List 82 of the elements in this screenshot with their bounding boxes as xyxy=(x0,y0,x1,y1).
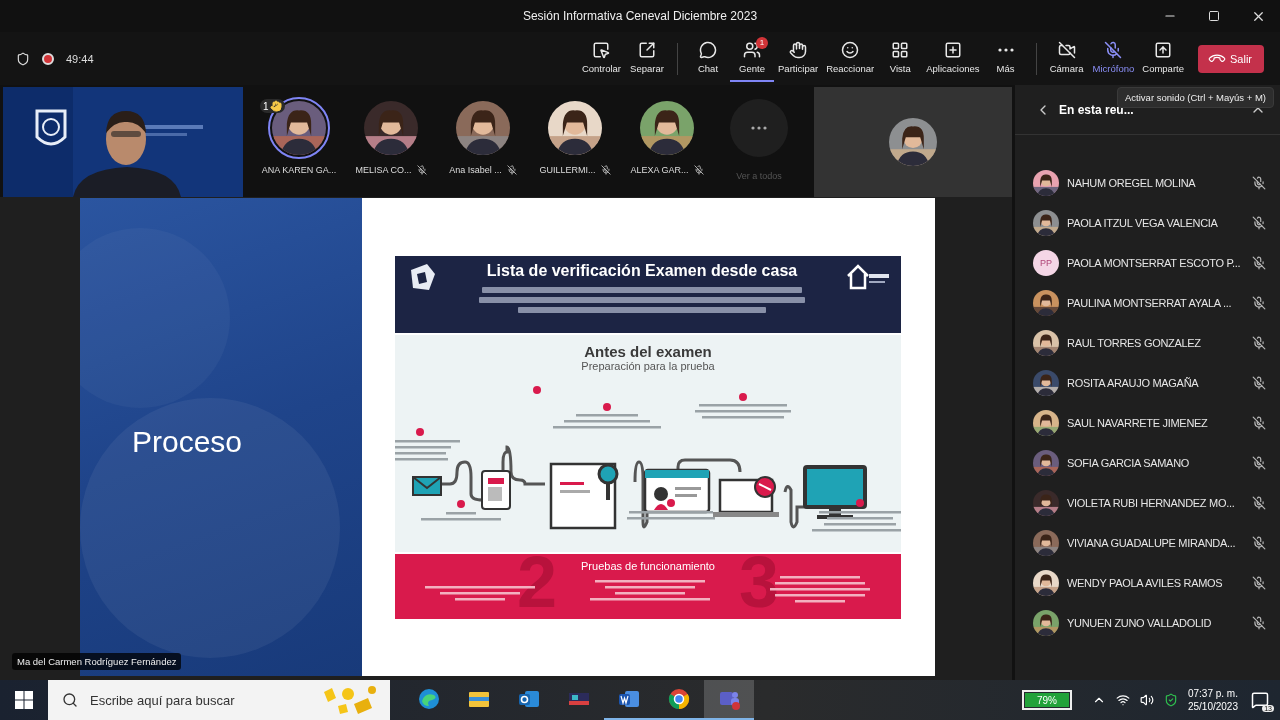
participant-name: WENDY PAOLA AVILES RAMOS xyxy=(1067,577,1224,589)
toolbar-button[interactable]: Micrófono xyxy=(1088,35,1139,82)
participant-row[interactable]: SOFIA GARCIA SAMANO xyxy=(1015,443,1280,483)
participant-row[interactable]: NAHUM OREGEL MOLINA xyxy=(1015,163,1280,203)
participant-row[interactable]: YUNUEN ZUNO VALLADOLID xyxy=(1015,603,1280,643)
raised-hand-badge: 1 xyxy=(260,99,285,113)
participant-row[interactable]: PP PAOLA MONTSERRAT ESCOTO P... xyxy=(1015,243,1280,283)
screen-pointer-icon xyxy=(592,41,611,59)
more-icon xyxy=(997,48,1014,52)
participant-name: NAHUM OREGEL MOLINA xyxy=(1067,177,1197,189)
volume-icon[interactable] xyxy=(1139,693,1154,707)
search-icon xyxy=(62,692,78,708)
toolbar-button[interactable]: Participar xyxy=(774,35,823,82)
avatar-ring[interactable] xyxy=(268,97,330,159)
participant-row[interactable]: RAUL TORRES GONZALEZ xyxy=(1015,323,1280,363)
camera-off-icon xyxy=(1057,41,1076,59)
participant-name: VIOLETA RUBI HERNANDEZ MO... xyxy=(1067,497,1236,509)
pop-out-icon xyxy=(638,41,656,59)
search-field[interactable]: Escribe aquí para buscar xyxy=(88,691,310,709)
shield-check-icon[interactable] xyxy=(1163,693,1178,707)
more-icon xyxy=(751,126,767,130)
tooltip: Activar sonido (Ctrl + Mayús + M) xyxy=(1117,87,1274,108)
participant-row[interactable]: PAULINA MONTSERRAT AYALA ... xyxy=(1015,283,1280,323)
browser-icon xyxy=(417,687,441,711)
toolbar-button[interactable]: Más xyxy=(983,35,1028,82)
house-logo-icon xyxy=(845,262,891,292)
toolbar-button[interactable]: Vista xyxy=(878,35,923,82)
share-icon xyxy=(1154,41,1173,59)
toolbar-button[interactable]: Comparte xyxy=(1138,35,1188,82)
presenter-name: Ma del Carmen Rodríguez Fernández xyxy=(12,653,182,670)
network-icon[interactable] xyxy=(1115,693,1130,707)
participant-name: Ana Isabel ... xyxy=(449,165,502,175)
mic-off-icon xyxy=(1104,41,1123,59)
participant-name: SOFIA GARCIA SAMANO xyxy=(1067,457,1191,469)
hand-icon xyxy=(789,41,808,59)
toolbar-button[interactable]: Separar xyxy=(625,35,669,82)
slide-title: Proceso xyxy=(132,425,243,459)
count-badge: 1 xyxy=(756,37,768,49)
participant-row[interactable]: ROSITA ARAUJO MAGAÑA xyxy=(1015,363,1280,403)
chat-icon xyxy=(699,41,717,59)
participant-name: YUNUEN ZUNO VALLADOLID xyxy=(1067,617,1213,629)
participant-name: MELISA CO... xyxy=(355,165,412,175)
toolbar-button[interactable]: 1 Gente xyxy=(730,35,774,82)
plus-icon xyxy=(943,41,962,59)
meeting-timer: 49:44 xyxy=(66,52,94,65)
participant-name: PAOLA MONTSERRAT ESCOTO P... xyxy=(1067,257,1242,269)
initials-avatar: PP xyxy=(1033,250,1059,276)
participant-name: SAUL NAVARRETE JIMENEZ xyxy=(1067,417,1209,429)
battery-indicator: 79% xyxy=(1021,690,1072,710)
people-icon xyxy=(743,41,761,59)
search-bar[interactable]: Escribe aquí para buscar xyxy=(48,680,390,720)
toolbar-button[interactable]: Cámara xyxy=(1044,35,1089,82)
participant-name: PAOLA ITZUL VEGA VALENCIA xyxy=(1067,217,1219,229)
shield-icon xyxy=(16,51,30,66)
window-title: Sesión Informativa Ceneval Diciembre 2023 xyxy=(522,9,758,23)
participant-name: ANA KAREN GA... xyxy=(261,165,337,175)
smiley-icon xyxy=(841,41,860,59)
leave-button[interactable]: Salir xyxy=(1198,44,1264,73)
section-subtitle: Preparación para la prueba xyxy=(581,360,715,372)
participant-name: ALEXA GAR... xyxy=(630,165,689,175)
toolbar-button[interactable]: Controlar xyxy=(577,35,625,82)
participant-name: RAUL TORRES GONZALEZ xyxy=(1067,337,1202,349)
participant-row[interactable]: VIOLETA RUBI HERNANDEZ MO... xyxy=(1015,483,1280,523)
participant-name: PAULINA MONTSERRAT AYALA ... xyxy=(1067,297,1233,309)
participant-name: ROSITA ARAUJO MAGAÑA xyxy=(1067,377,1200,389)
participant-name: GUILLERMI... xyxy=(539,165,596,175)
browser-icon xyxy=(667,687,691,711)
participant-row[interactable]: SAUL NAVARRETE JIMENEZ xyxy=(1015,403,1280,443)
toolbar-button[interactable]: Reaccionar xyxy=(822,35,879,82)
clock[interactable]: 07:37 p. m. 25/10/2023 xyxy=(1187,688,1238,712)
participant-row[interactable]: PAOLA ITZUL VEGA VALENCIA xyxy=(1015,203,1280,243)
participant-name: VIVIANA GUADALUPE MIRANDA... xyxy=(1067,537,1237,549)
footer-title: Pruebas de funcionamiento xyxy=(581,560,715,574)
participant-row[interactable]: VIVIANA GUADALUPE MIRANDA... xyxy=(1015,523,1280,563)
maximize-icon xyxy=(1208,10,1220,22)
section-heading: Antes del examen xyxy=(584,343,712,360)
participant-row[interactable]: WENDY PAOLA AVILES RAMOS xyxy=(1015,563,1280,603)
toolbar-button[interactable]: Chat xyxy=(686,35,730,82)
windows-logo-icon xyxy=(15,691,33,709)
toolbar-button[interactable]: Aplicaciones xyxy=(922,35,984,82)
infographic-title: Lista de verificación Examen desde casa xyxy=(486,262,798,280)
grid-icon xyxy=(891,41,910,59)
